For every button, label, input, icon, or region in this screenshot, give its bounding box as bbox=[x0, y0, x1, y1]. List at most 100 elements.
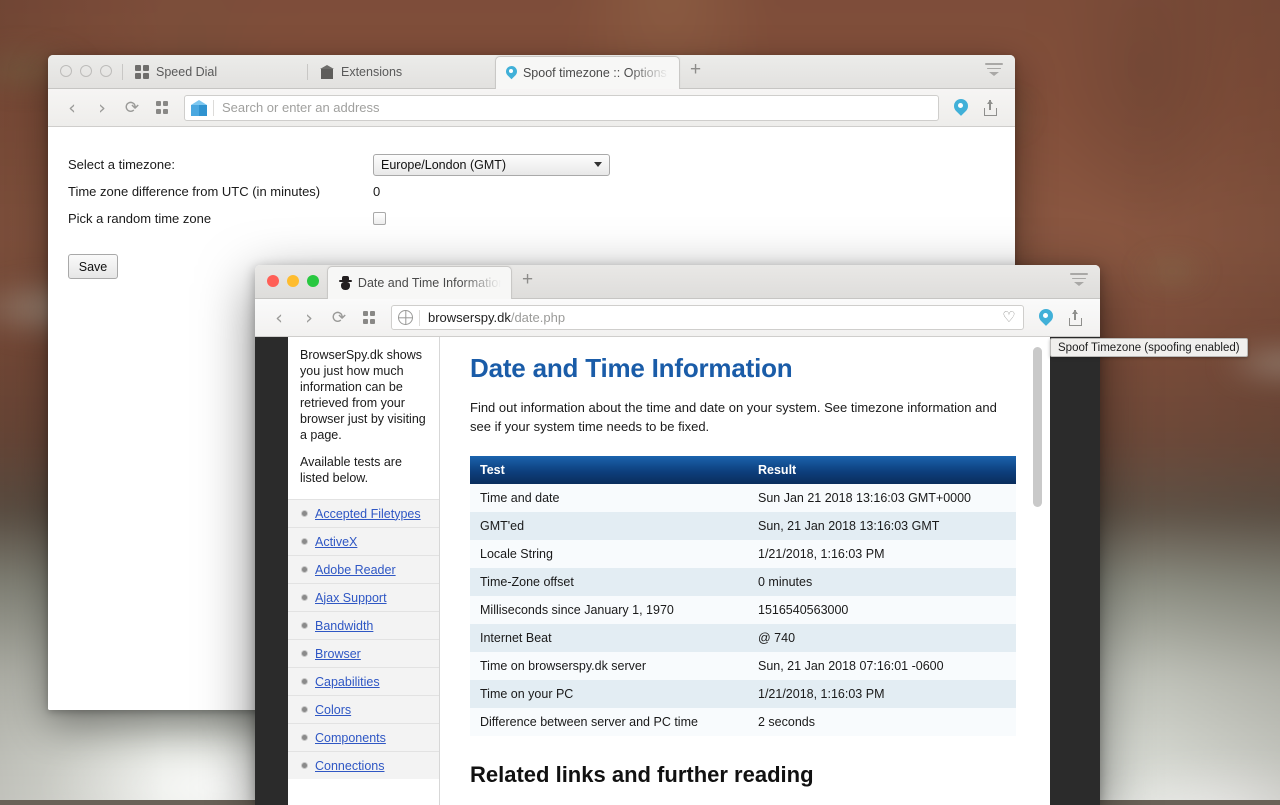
page-scrollbar-thumb[interactable] bbox=[1033, 347, 1042, 507]
option-row-timezone: Select a timezone: Europe/London (GMT) bbox=[68, 151, 1015, 178]
list-item[interactable]: ActiveX bbox=[288, 527, 439, 555]
sidebar-link[interactable]: Connections bbox=[315, 759, 385, 773]
bullet-icon bbox=[302, 511, 307, 516]
tab-spoof-timezone-options[interactable]: Spoof timezone :: Options pa bbox=[495, 56, 680, 89]
sidebar-link[interactable]: Accepted Filetypes bbox=[315, 507, 421, 521]
random-timezone-checkbox[interactable] bbox=[373, 212, 386, 225]
list-item[interactable]: Accepted Filetypes bbox=[288, 499, 439, 527]
column-header-result: Result bbox=[748, 456, 1016, 484]
timezone-select[interactable]: Europe/London (GMT) bbox=[373, 154, 610, 176]
bullet-icon bbox=[302, 651, 307, 656]
cell-test: Difference between server and PC time bbox=[470, 708, 748, 736]
menu-hamburger-icon[interactable] bbox=[985, 63, 1003, 79]
sidebar-blurb-paragraph: BrowserSpy.dk shows you just how much in… bbox=[300, 347, 429, 443]
heart-icon[interactable]: ♡ bbox=[1001, 310, 1017, 326]
tab-speed-dial[interactable]: Speed Dial bbox=[125, 55, 305, 88]
share-button[interactable] bbox=[977, 94, 1005, 122]
new-tab-button[interactable]: + bbox=[512, 270, 543, 293]
cell-test: Time on your PC bbox=[470, 680, 748, 708]
window-controls-inactive[interactable] bbox=[56, 55, 120, 88]
back-button[interactable]: ‹ bbox=[58, 94, 86, 122]
map-pin-icon bbox=[506, 66, 516, 80]
reload-button[interactable]: ⟳ bbox=[118, 94, 146, 122]
url-path: /date.php bbox=[511, 310, 565, 325]
table-row: Time and dateSun Jan 21 2018 13:16:03 GM… bbox=[470, 484, 1016, 512]
tab-label: Date and Time Information - bbox=[358, 276, 501, 290]
panels-button[interactable] bbox=[355, 304, 383, 332]
cell-test: Time and date bbox=[470, 484, 748, 512]
option-label: Select a timezone: bbox=[68, 157, 373, 172]
save-button[interactable]: Save bbox=[68, 254, 118, 279]
table-row: Time-Zone offset0 minutes bbox=[470, 568, 1016, 596]
list-item[interactable]: Browser bbox=[288, 639, 439, 667]
close-button[interactable] bbox=[267, 275, 279, 287]
tab-separator bbox=[307, 64, 308, 80]
tab-extensions[interactable]: Extensions bbox=[310, 55, 495, 88]
list-item[interactable]: Capabilities bbox=[288, 667, 439, 695]
share-icon bbox=[1068, 310, 1084, 326]
minimize-button[interactable] bbox=[80, 65, 92, 77]
sidebar-blurb: BrowserSpy.dk shows you just how much in… bbox=[288, 337, 439, 499]
bullet-icon bbox=[302, 539, 307, 544]
new-tab-button[interactable]: + bbox=[680, 60, 711, 83]
divider bbox=[419, 310, 420, 326]
sidebar-link[interactable]: Adobe Reader bbox=[315, 563, 396, 577]
minimize-button[interactable] bbox=[287, 275, 299, 287]
option-row-utc-offset: Time zone difference from UTC (in minute… bbox=[68, 178, 1015, 205]
back-button[interactable]: ‹ bbox=[265, 304, 293, 332]
cell-result: 1516540563000 bbox=[748, 596, 1016, 624]
section-heading-related-links: Related links and further reading bbox=[470, 762, 1026, 788]
tab-date-and-time-information[interactable]: Date and Time Information - bbox=[327, 266, 512, 299]
address-input[interactable]: Search or enter an address bbox=[222, 100, 380, 115]
spoof-timezone-extension-button[interactable] bbox=[947, 94, 975, 122]
address-bar-foreground-window[interactable]: browserspy.dk/date.php ♡ bbox=[391, 305, 1024, 330]
reload-button[interactable]: ⟳ bbox=[325, 304, 353, 332]
list-item[interactable]: Ajax Support bbox=[288, 583, 439, 611]
spy-favicon bbox=[338, 276, 351, 290]
page-intro: Find out information about the time and … bbox=[470, 398, 1015, 436]
cell-result: @ 740 bbox=[748, 624, 1016, 652]
sidebar-link[interactable]: Components bbox=[315, 731, 386, 745]
toolbar-background-window: ‹ › ⟳ Search or enter an address bbox=[48, 89, 1015, 127]
cell-test: GMT'ed bbox=[470, 512, 748, 540]
cell-result: 1/21/2018, 1:16:03 PM bbox=[748, 540, 1016, 568]
window-controls[interactable] bbox=[263, 265, 327, 298]
sidebar-link[interactable]: Browser bbox=[315, 647, 361, 661]
table-row: Locale String1/21/2018, 1:16:03 PM bbox=[470, 540, 1016, 568]
table-row: Time on browserspy.dk serverSun, 21 Jan … bbox=[470, 652, 1016, 680]
browserspy-page: BrowserSpy.dk shows you just how much in… bbox=[288, 337, 1050, 805]
tab-strip-background-window: Speed Dial Extensions Spoof timezone :: … bbox=[48, 55, 1015, 89]
panels-button[interactable] bbox=[148, 94, 176, 122]
url-host: browserspy.dk bbox=[428, 310, 511, 325]
maximize-button[interactable] bbox=[100, 65, 112, 77]
sidebar-test-list: Accepted Filetypes ActiveX Adobe Reader … bbox=[288, 499, 439, 779]
maximize-button[interactable] bbox=[307, 275, 319, 287]
map-pin-icon bbox=[954, 99, 968, 116]
close-button[interactable] bbox=[60, 65, 72, 77]
sidebar-link[interactable]: Ajax Support bbox=[315, 591, 387, 605]
forward-button[interactable]: › bbox=[88, 94, 116, 122]
menu-hamburger-icon[interactable] bbox=[1070, 273, 1088, 289]
cell-test: Time on browserspy.dk server bbox=[470, 652, 748, 680]
sidebar-link[interactable]: Bandwidth bbox=[315, 619, 373, 633]
list-item[interactable]: Adobe Reader bbox=[288, 555, 439, 583]
bullet-icon bbox=[302, 623, 307, 628]
sidebar-link[interactable]: ActiveX bbox=[315, 535, 357, 549]
share-button[interactable] bbox=[1062, 304, 1090, 332]
address-bar-background-window[interactable]: Search or enter an address bbox=[184, 95, 939, 121]
browser-window-foreground[interactable]: Date and Time Information - + ‹ › ⟳ brow… bbox=[255, 265, 1100, 805]
sidebar-blurb-paragraph: Available tests are listed below. bbox=[300, 454, 429, 486]
toolbar-foreground-window: ‹ › ⟳ browserspy.dk/date.php ♡ bbox=[255, 299, 1100, 337]
tab-label: Speed Dial bbox=[156, 65, 217, 79]
list-item[interactable]: Colors bbox=[288, 695, 439, 723]
list-item[interactable]: Components bbox=[288, 723, 439, 751]
cell-test: Locale String bbox=[470, 540, 748, 568]
sidebar-link[interactable]: Capabilities bbox=[315, 675, 380, 689]
list-item[interactable]: Bandwidth bbox=[288, 611, 439, 639]
spoof-timezone-extension-button[interactable] bbox=[1032, 304, 1060, 332]
forward-button[interactable]: › bbox=[295, 304, 323, 332]
sidebar-link[interactable]: Colors bbox=[315, 703, 351, 717]
cell-test: Milliseconds since January 1, 1970 bbox=[470, 596, 748, 624]
option-label: Time zone difference from UTC (in minute… bbox=[68, 184, 373, 199]
list-item[interactable]: Connections bbox=[288, 751, 439, 779]
